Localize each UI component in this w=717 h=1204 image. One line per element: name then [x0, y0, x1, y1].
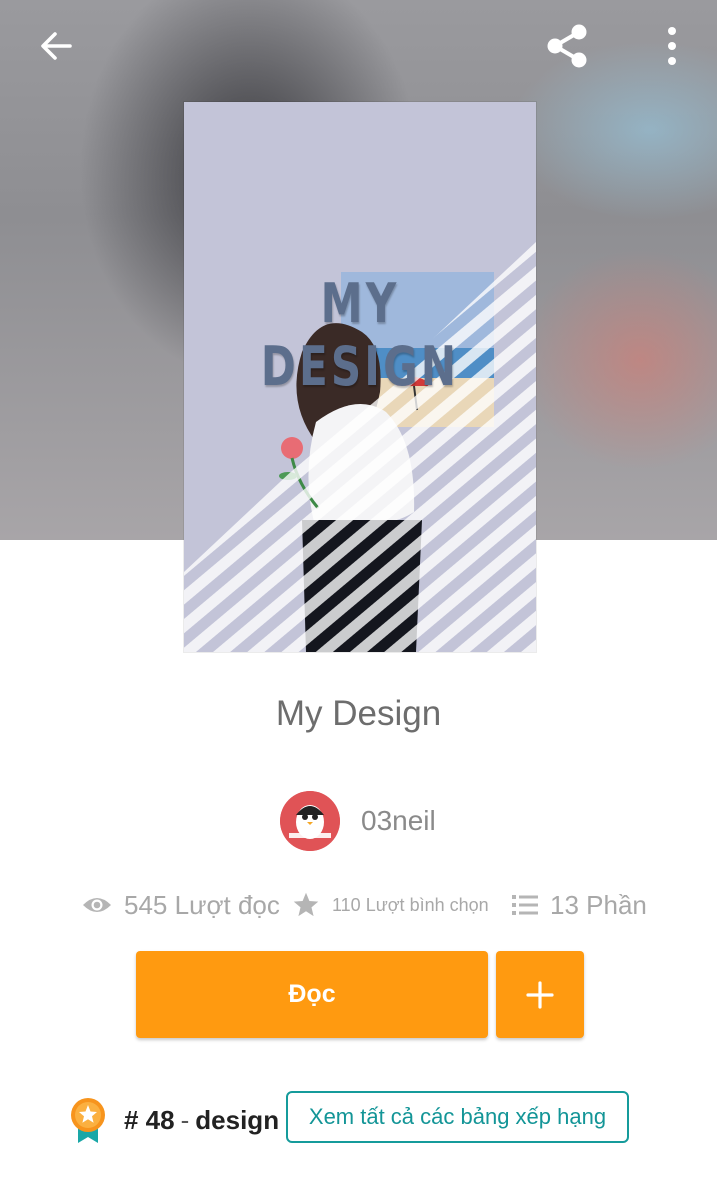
avatar-penguin-icon — [280, 791, 340, 851]
book-cover[interactable]: MY DESIGN — [184, 102, 536, 652]
votes-count: 110 Lượt bình chọn — [332, 894, 489, 915]
add-to-library-button[interactable] — [496, 951, 584, 1038]
avatar[interactable] — [280, 791, 340, 851]
story-stats: 545 Lượt đọc 110 Lượt bình chọn 13 Phần — [0, 884, 717, 926]
author-name[interactable]: 03neil — [361, 805, 436, 837]
plus-icon — [526, 980, 554, 1009]
more-options-button[interactable] — [644, 18, 700, 74]
cover-title-text: MY DESIGN — [260, 272, 460, 398]
back-arrow-icon — [41, 32, 72, 60]
reads-stat: 545 Lượt đọc — [82, 884, 280, 926]
book-title: My Design — [275, 694, 442, 733]
ranking-separator: - — [180, 1104, 190, 1135]
view-all-rankings-button[interactable]: Xem tất cả các bảng xếp hạng — [286, 1091, 629, 1143]
read-button-label: Đọc — [288, 980, 336, 1008]
medal-icon — [71, 1098, 105, 1143]
ranking-badge: # 48 - design — [68, 1090, 279, 1150]
eye-icon — [82, 894, 112, 916]
parts-stat: 13 Phần — [512, 884, 647, 926]
ranking-number: # 48 — [124, 1104, 175, 1135]
share-button[interactable] — [539, 18, 595, 74]
more-vertical-icon — [668, 27, 676, 65]
list-icon — [512, 894, 538, 916]
share-icon — [547, 24, 587, 68]
back-button[interactable] — [28, 18, 84, 74]
parts-count: 13 Phần — [550, 889, 647, 920]
star-icon — [292, 891, 320, 919]
reads-count: 545 Lượt đọc — [124, 889, 280, 920]
ranking-tag: design — [195, 1104, 280, 1135]
votes-stat: 110 Lượt bình chọn — [292, 884, 489, 926]
view-all-rankings-label: Xem tất cả các bảng xếp hạng — [308, 1104, 607, 1129]
ranking-text: # 48 - design — [124, 1105, 279, 1136]
author-link[interactable]: 03neil — [280, 790, 436, 852]
read-button[interactable]: Đọc — [136, 951, 488, 1038]
